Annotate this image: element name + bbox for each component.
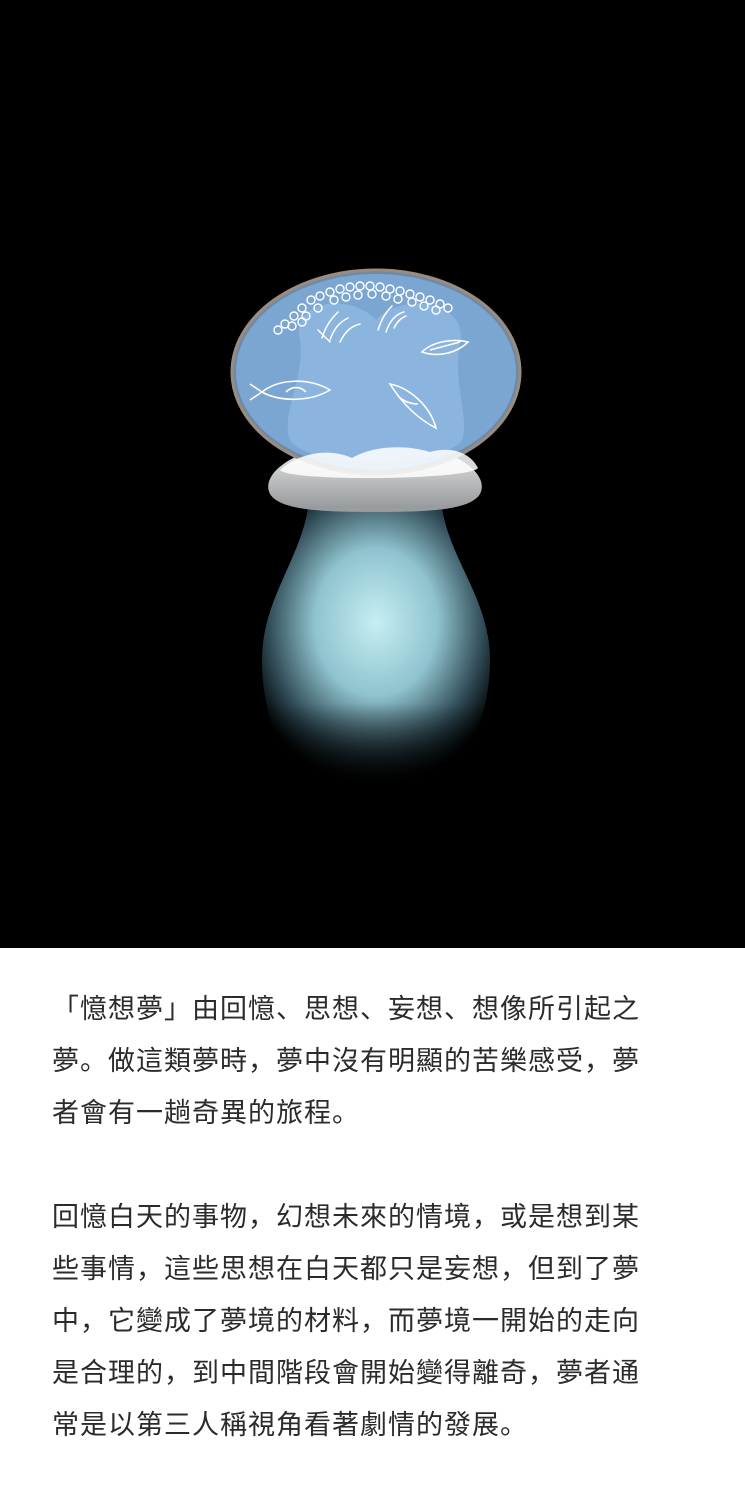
text-line: 「憶想夢」由回憶、思想、妄想、想像所引起之 <box>52 994 640 1025</box>
article-body: 「憶想夢」由回憶、思想、妄想、想像所引起之 夢。做這類夢時，夢中沒有明顯的苦樂感… <box>52 984 702 1452</box>
text-line: 常是以第三人稱視角看著劇情的發展。 <box>52 1410 528 1441</box>
text-line: 些事情，這些思想在白天都只是妄想，但到了夢 <box>52 1254 640 1285</box>
dream-illustration <box>0 0 745 948</box>
text-line: 是合理的，到中間階段會開始變得離奇，夢者通 <box>52 1358 640 1389</box>
text-line: 者會有一趟奇異的旅程。 <box>52 1098 360 1129</box>
text-line: 中，它變成了夢境的材料，而夢境一開始的走向 <box>52 1306 640 1337</box>
text-line: 回憶白天的事物，幻想未來的情境，或是想到某 <box>52 1202 640 1233</box>
text-line: 夢。做這類夢時，夢中沒有明顯的苦樂感受，夢 <box>52 1046 640 1077</box>
paragraph-detail: 回憶白天的事物，幻想未來的情境，或是想到某 些事情，這些思想在白天都只是妄想，但… <box>52 1192 702 1452</box>
dream-figure <box>230 268 522 790</box>
paragraph-intro: 「憶想夢」由回憶、思想、妄想、想像所引起之 夢。做這類夢時，夢中沒有明顯的苦樂感… <box>52 984 702 1140</box>
